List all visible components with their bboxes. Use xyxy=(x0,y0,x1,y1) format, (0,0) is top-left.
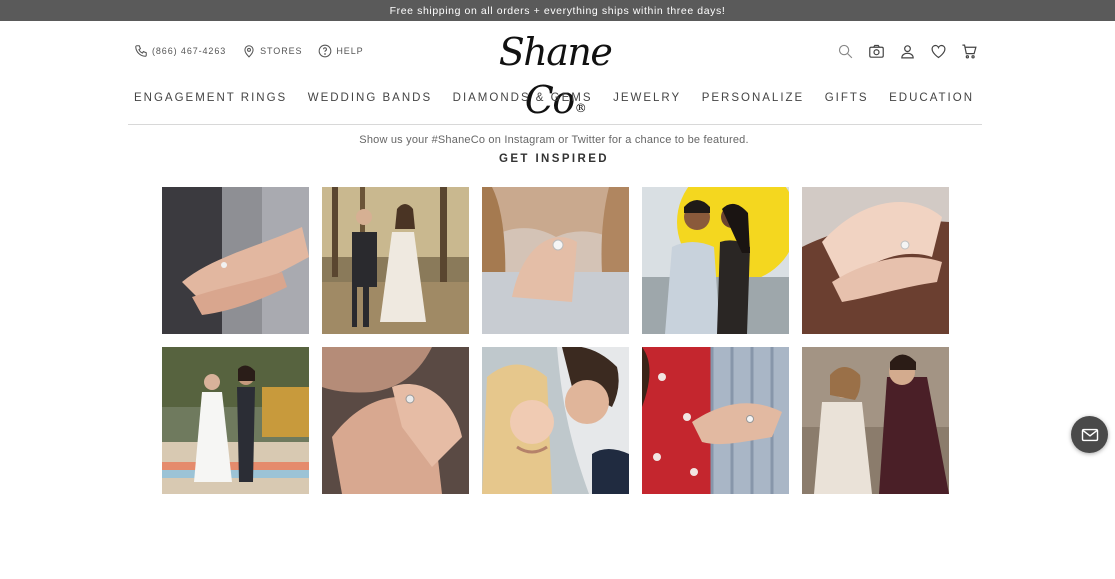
gallery-photo-couple-street-rainbow[interactable] xyxy=(162,347,309,494)
visual-search-button[interactable] xyxy=(867,42,885,60)
wishlist-button[interactable] xyxy=(929,42,947,60)
stores-link[interactable]: STORES xyxy=(242,44,302,58)
stores-label: STORES xyxy=(260,46,303,56)
gallery-photo-ring-closeup-sweater[interactable] xyxy=(482,187,629,334)
nav-education[interactable]: EDUCATION xyxy=(889,92,974,104)
camera-icon xyxy=(868,44,884,58)
header-divider xyxy=(128,124,982,125)
gallery-photo-hands-ring-dark[interactable] xyxy=(802,187,949,334)
gallery-photo-red-dress-ring[interactable] xyxy=(642,347,789,494)
nav-diamonds-gems[interactable]: DIAMONDS & GEMS xyxy=(453,92,593,104)
get-inspired-heading: GET INSPIRED xyxy=(499,153,609,165)
gallery-photo-couple-embrace-woods[interactable] xyxy=(802,347,949,494)
gallery-photo-couple-hands-ring[interactable] xyxy=(162,187,309,334)
contact-chat-button[interactable] xyxy=(1071,416,1108,453)
phone-icon xyxy=(135,45,147,57)
instagram-tagline: Show us your #ShaneCo on Instagram or Tw… xyxy=(359,134,749,146)
inspiration-gallery xyxy=(162,187,949,494)
utility-links: (866) 467-4263 STORES HELP xyxy=(134,44,364,58)
help-icon xyxy=(319,44,332,58)
promo-text: Free shipping on all orders + everything… xyxy=(389,4,726,17)
heart-icon xyxy=(931,44,945,58)
gallery-photo-couple-laughing[interactable] xyxy=(482,347,629,494)
nav-engagement-rings[interactable]: ENGAGEMENT RINGS xyxy=(134,92,287,104)
gallery-photo-couple-kiss-yellow[interactable] xyxy=(642,187,789,334)
promo-banner: Free shipping on all orders + everything… xyxy=(0,0,1115,21)
phone-link[interactable]: (866) 467-4263 xyxy=(134,44,226,58)
logo-text: Shane Co xyxy=(498,30,613,122)
help-link[interactable]: HELP xyxy=(318,44,363,58)
cart-button[interactable] xyxy=(960,42,978,60)
mail-icon xyxy=(1081,428,1098,441)
search-icon xyxy=(838,44,852,58)
nav-personalize[interactable]: PERSONALIZE xyxy=(702,92,805,104)
site-header: (866) 467-4263 STORES HELP Shane Co® ENG… xyxy=(0,21,1115,125)
main-navigation: ENGAGEMENT RINGS WEDDING BANDS DIAMONDS … xyxy=(134,92,974,104)
search-button[interactable] xyxy=(836,42,854,60)
phone-number: (866) 467-4263 xyxy=(152,46,227,56)
help-label: HELP xyxy=(336,46,364,56)
account-button[interactable] xyxy=(898,42,916,60)
gallery-photo-couple-forest-walk[interactable] xyxy=(322,187,469,334)
nav-jewelry[interactable]: JEWELRY xyxy=(613,92,681,104)
nav-wedding-bands[interactable]: WEDDING BANDS xyxy=(308,92,432,104)
cart-icon xyxy=(961,44,977,58)
gallery-photo-kiss-hand-ring[interactable] xyxy=(322,347,469,494)
shane-co-logo[interactable]: Shane Co® xyxy=(495,28,615,122)
account-icon xyxy=(900,44,914,58)
location-pin-icon xyxy=(244,45,254,58)
header-actions xyxy=(836,42,978,60)
nav-gifts[interactable]: GIFTS xyxy=(825,92,869,104)
